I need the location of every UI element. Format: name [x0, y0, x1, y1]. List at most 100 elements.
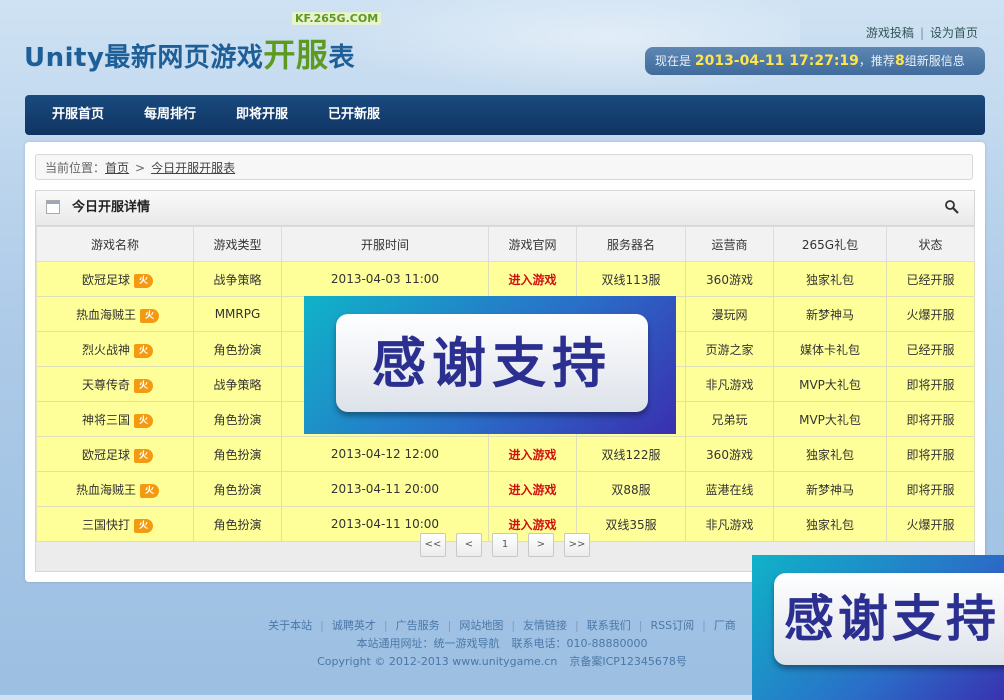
cell-type: 战争策略: [193, 366, 282, 402]
divider: |: [383, 619, 388, 632]
divider: |: [702, 619, 706, 632]
cell-status: 火爆开服: [886, 296, 975, 332]
logo-tail-text: 表: [328, 43, 355, 73]
logo-sub-domain: KF.265G.COM: [292, 12, 382, 25]
main-nav: 开服首页 每周排行 即将开服 已开新服: [25, 95, 985, 135]
nav-opened[interactable]: 已开新服: [308, 95, 400, 135]
page-next-button[interactable]: >: [528, 533, 554, 557]
col-header-site: 游戏官网: [488, 226, 577, 262]
cell-status: 已经开服: [886, 331, 975, 367]
cell-time: 2013-04-11 20:00: [281, 471, 489, 507]
footer-icp: 京备案ICP12345678号: [569, 655, 687, 668]
col-header-gift: 265G礼包: [773, 226, 887, 262]
footer-link[interactable]: 网站地图: [459, 619, 503, 632]
cell-operator: 非凡游戏: [685, 366, 774, 402]
promo-banner-corner-text: 感谢支持: [774, 573, 1004, 665]
cell-status: 已经开服: [886, 261, 975, 297]
game-name-link[interactable]: 欧冠足球: [82, 448, 130, 462]
footer-link[interactable]: 联系我们: [587, 619, 631, 632]
cell-operator: 页游之家: [685, 331, 774, 367]
col-header-status: 状态: [886, 226, 975, 262]
divider: |: [511, 619, 516, 632]
divider: |: [575, 619, 579, 632]
cell-site: 进入游戏: [488, 436, 577, 472]
top-links: 游戏投稿 | 设为首页: [866, 24, 978, 41]
cell-site: 进入游戏: [488, 261, 577, 297]
site-logo[interactable]: Unity最新网页游戏开服表 KF.265G.COM: [24, 12, 382, 76]
breadcrumb-current[interactable]: 今日开服开服表: [151, 161, 235, 175]
promo-banner-text: 感谢支持: [336, 314, 648, 412]
cell-status: 即将开服: [886, 436, 975, 472]
page-last-button[interactable]: >>: [564, 533, 590, 557]
col-header-name: 游戏名称: [36, 226, 194, 262]
time-suffix: 组新服信息: [904, 54, 965, 68]
logo-main-text: Unity最新网页游戏: [24, 43, 264, 73]
nav-weekly-ranking[interactable]: 每周排行: [124, 95, 216, 135]
box-header: 今日开服详情: [36, 191, 974, 226]
col-header-time: 开服时间: [281, 226, 489, 262]
cell-game-name: 热血海贼王火: [36, 471, 194, 507]
footer-link[interactable]: 诚聘英才: [332, 619, 376, 632]
logo-kf-text: 开服: [263, 36, 329, 74]
footer-link[interactable]: 广告服务: [396, 619, 440, 632]
cell-game-name: 神将三国火: [36, 401, 194, 437]
cell-time: 2013-04-03 11:00: [281, 261, 489, 297]
breadcrumb-home[interactable]: 首页: [105, 161, 129, 175]
game-name-link[interactable]: 三国快打: [82, 518, 130, 532]
nav-home[interactable]: 开服首页: [25, 95, 124, 135]
cell-gift: MVP大礼包: [773, 366, 887, 402]
current-time-bar: 现在是 2013-04-11 17:27:19，推荐8组新服信息: [645, 47, 985, 75]
hot-badge-icon: 火: [134, 448, 154, 463]
submit-game-link[interactable]: 游戏投稿: [866, 26, 914, 40]
hot-badge-icon: 火: [134, 343, 154, 358]
cell-status: 即将开服: [886, 401, 975, 437]
page-first-button[interactable]: <<: [420, 533, 446, 557]
cell-gift: MVP大礼包: [773, 401, 887, 437]
search-icon[interactable]: [944, 199, 960, 215]
game-name-link[interactable]: 天尊传奇: [82, 378, 130, 392]
box-title: 今日开服详情: [72, 200, 151, 215]
game-name-link[interactable]: 热血海贼王: [76, 483, 136, 497]
game-name-link[interactable]: 神将三国: [82, 413, 130, 427]
game-name-link[interactable]: 欧冠足球: [82, 273, 130, 287]
set-homepage-link[interactable]: 设为首页: [930, 26, 978, 40]
cell-type: 战争策略: [193, 261, 282, 297]
table-row: 热血海贼王火角色扮演 2013-04-11 20:00 进入游戏 双88服 蓝港在线 新梦…: [36, 471, 975, 507]
time-mid: ，推荐: [858, 54, 895, 68]
enter-game-link[interactable]: 进入游戏: [508, 448, 556, 462]
promo-banner[interactable]: 感谢支持: [304, 296, 676, 434]
cell-server: 双线122服: [576, 436, 686, 472]
time-prefix: 现在是: [655, 54, 692, 68]
footer-link[interactable]: 关于本站: [268, 619, 312, 632]
footer-link[interactable]: 厂商: [714, 619, 736, 632]
enter-game-link[interactable]: 进入游戏: [508, 518, 556, 532]
nav-upcoming[interactable]: 即将开服: [216, 95, 308, 135]
cell-operator: 漫玩网: [685, 296, 774, 332]
enter-game-link[interactable]: 进入游戏: [508, 273, 556, 287]
footer-portal: 本站通用网址：统一游戏导航: [356, 637, 500, 650]
cell-type: 角色扮演: [193, 331, 282, 367]
game-name-link[interactable]: 烈火战神: [82, 343, 130, 357]
col-header-server: 服务器名: [576, 226, 686, 262]
cell-gift: 新梦神马: [773, 296, 887, 332]
game-name-link[interactable]: 热血海贼王: [76, 308, 136, 322]
cell-game-name: 欧冠足球火: [36, 261, 194, 297]
hot-badge-icon: 火: [140, 483, 160, 498]
footer-link[interactable]: RSS订阅: [650, 619, 694, 632]
breadcrumb: 当前位置：首页 > 今日开服开服表: [35, 154, 973, 180]
table-row: 欧冠足球火角色扮演 2013-04-12 12:00 进入游戏 双线122服 360游戏…: [36, 436, 975, 472]
cell-site: 进入游戏: [488, 471, 577, 507]
cell-server: 双88服: [576, 471, 686, 507]
footer-link[interactable]: 友情链接: [523, 619, 567, 632]
enter-game-link[interactable]: 进入游戏: [508, 483, 556, 497]
promo-banner-corner[interactable]: 感谢支持: [752, 555, 1004, 700]
cell-operator: 360游戏: [685, 261, 774, 297]
cell-type: 角色扮演: [193, 401, 282, 437]
cell-type: MMRPG: [193, 296, 282, 332]
page-prev-button[interactable]: <: [456, 533, 482, 557]
divider: |: [638, 619, 643, 632]
pagination: << <1 > >>: [36, 533, 974, 557]
hot-badge-icon: 火: [134, 518, 154, 533]
page-number-button[interactable]: 1: [492, 533, 518, 557]
breadcrumb-separator: >: [135, 161, 146, 175]
